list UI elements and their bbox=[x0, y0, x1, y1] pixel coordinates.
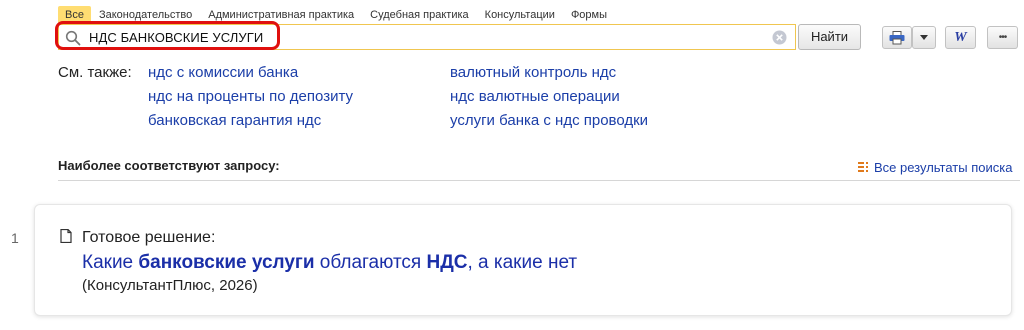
search-icon bbox=[65, 30, 81, 46]
print-button[interactable] bbox=[882, 26, 912, 49]
tab-legislation[interactable]: Законодательство bbox=[91, 6, 200, 24]
more-button[interactable]: ••• bbox=[987, 26, 1018, 49]
chevron-down-icon bbox=[920, 35, 928, 40]
result-source: (КонсультантПлюс, 2026) bbox=[82, 277, 258, 294]
best-results-heading: Наиболее соответствуют запросу: bbox=[58, 158, 280, 173]
word-icon: W bbox=[954, 29, 967, 45]
result-title-link[interactable]: Какие банковские услуги облагаются НДС, … bbox=[82, 252, 577, 274]
export-word-button[interactable]: W bbox=[945, 26, 976, 49]
find-button[interactable]: Найти bbox=[798, 24, 861, 50]
tab-forms[interactable]: Формы bbox=[563, 6, 615, 24]
search-input[interactable]: НДС БАНКОВСКИЕ УСЛУГИ bbox=[58, 24, 796, 50]
all-results-label: Все результаты поиска bbox=[874, 160, 1013, 175]
tab-consultations[interactable]: Консультации bbox=[477, 6, 563, 24]
tab-all[interactable]: Все bbox=[58, 6, 91, 24]
results-list-icon bbox=[858, 162, 868, 172]
clear-icon[interactable] bbox=[772, 30, 787, 45]
result-title-match: банковские услуги bbox=[138, 252, 315, 273]
see-also-link[interactable]: ндс с комиссии банка bbox=[148, 64, 298, 81]
more-icon: ••• bbox=[998, 32, 1007, 43]
see-also-link[interactable]: ндс на проценты по депозиту bbox=[148, 88, 353, 105]
result-title-match: НДС bbox=[426, 252, 468, 273]
document-icon bbox=[60, 229, 72, 243]
see-also-link[interactable]: банковская гарантия ндс bbox=[148, 112, 321, 129]
divider bbox=[58, 180, 1020, 181]
result-title-part: Какие bbox=[82, 252, 139, 273]
see-also-link[interactable]: валютный контроль ндс bbox=[450, 64, 616, 81]
result-title-part: , а какие нет bbox=[467, 252, 578, 273]
tab-court-practice[interactable]: Судебная практика bbox=[362, 6, 476, 24]
tab-admin-practice[interactable]: Административная практика bbox=[200, 6, 362, 24]
search-tabs: Все Законодательство Административная пр… bbox=[58, 6, 615, 24]
result-type: Готовое решение: bbox=[82, 229, 216, 246]
result-number: 1 bbox=[11, 230, 19, 246]
see-also-link[interactable]: услуги банка с ндс проводки bbox=[450, 112, 648, 129]
search-query: НДС БАНКОВСКИЕ УСЛУГИ bbox=[89, 30, 264, 45]
result-title-part: облагаются bbox=[314, 252, 427, 273]
printer-icon bbox=[889, 30, 905, 44]
see-also-label: См. также: bbox=[58, 64, 132, 81]
all-results-link[interactable]: Все результаты поиска bbox=[858, 160, 1012, 175]
print-dropdown-button[interactable] bbox=[912, 26, 936, 49]
see-also-link[interactable]: ндс валютные операции bbox=[450, 88, 620, 105]
